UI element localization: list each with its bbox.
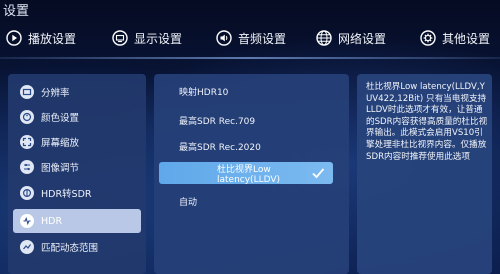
tab-display[interactable]: 显示设置 (112, 26, 182, 50)
tab-label: 网络设置 (338, 31, 387, 46)
tab-audio[interactable]: 音频设置 (216, 26, 286, 50)
menu-item-label: 匹配动态范围 (41, 243, 99, 254)
option-dolby-lldv[interactable]: 杜比视界Low latency(LLDV) (159, 162, 333, 185)
resolution-icon (20, 85, 34, 99)
hdr-options-panel: 映射HDR10 最高SDR Rec.709 最高SDR Rec.2020 杜比视… (154, 74, 349, 274)
tab-playback[interactable]: 播放设置 (6, 26, 76, 50)
image-adjust-icon (20, 160, 34, 174)
menu-item-hdr[interactable]: HDR (13, 209, 141, 233)
globe-icon (316, 30, 332, 46)
option-map-hdr10[interactable]: 映射HDR10 (154, 80, 332, 102)
menu-item-label: HDR (41, 215, 63, 227)
menu-item-resolution[interactable]: 分辨率 (13, 80, 141, 104)
option-description: 杜比视界Low latency(LLDV,YUV422,12Bit) 只有当电视… (366, 82, 488, 162)
option-sdr-rec2020[interactable]: 最高SDR Rec.2020 (154, 135, 332, 157)
menu-item-label: 分辨率 (41, 88, 70, 99)
menu-item-zoom[interactable]: 屏幕缩放 (13, 130, 141, 154)
hdr-icon (20, 214, 34, 228)
tab-label: 显示设置 (134, 31, 183, 46)
settings-tabs: 播放设置 显示设置 音频设置 网络设置 其他设置 (0, 26, 500, 54)
tab-network[interactable]: 网络设置 (316, 26, 386, 50)
menu-item-label: 图像调节 (41, 163, 80, 174)
option-label: 最高SDR Rec.709 (179, 116, 256, 127)
menu-item-label: HDR转SDR (41, 189, 92, 200)
play-icon (6, 30, 22, 46)
tab-label: 播放设置 (28, 31, 77, 46)
gear-icon (420, 30, 436, 46)
page-title: 设置 (3, 4, 30, 19)
zoom-icon (20, 135, 34, 149)
palette-icon (20, 110, 34, 124)
menu-item-label: 颜色设置 (41, 113, 80, 124)
option-label: 自动 (179, 197, 198, 208)
dynamic-range-icon (20, 240, 34, 254)
tab-label: 其他设置 (442, 31, 491, 46)
menu-item-image-adjust[interactable]: 图像调节 (13, 155, 141, 179)
tab-label: 音频设置 (238, 31, 287, 46)
speaker-icon (216, 30, 232, 46)
tab-divider (0, 57, 500, 59)
menu-item-hdr-to-sdr[interactable]: HDR转SDR (13, 181, 141, 205)
menu-item-label: 屏幕缩放 (41, 138, 80, 149)
menu-item-dynamic-range[interactable]: 匹配动态范围 (13, 235, 141, 259)
display-menu-panel: 分辨率 颜色设置 屏幕缩放 图像调节 HDR转SDR HDR 匹配动态范围 (8, 74, 146, 274)
display-icon (112, 30, 128, 46)
hdr-sdr-icon (20, 186, 34, 200)
option-label: 映射HDR10 (179, 87, 229, 98)
option-auto[interactable]: 自动 (154, 190, 332, 212)
option-sdr-rec709[interactable]: 最高SDR Rec.709 (154, 109, 332, 131)
option-label: 最高SDR Rec.2020 (179, 142, 261, 153)
description-panel: 杜比视界Low latency(LLDV,YUV422,12Bit) 只有当电视… (357, 74, 492, 274)
menu-item-color[interactable]: 颜色设置 (13, 105, 141, 129)
tab-other[interactable]: 其他设置 (420, 26, 490, 50)
check-icon (311, 166, 325, 180)
